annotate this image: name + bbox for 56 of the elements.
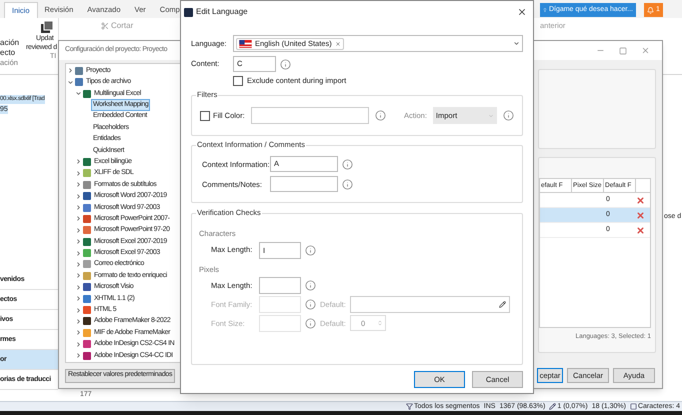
- status-icon: [549, 403, 556, 410]
- ribbon-label[interactable]: ación: [0, 38, 20, 48]
- expand-icon[interactable]: [75, 192, 82, 200]
- expand-icon[interactable]: [75, 306, 82, 314]
- lightbulb-icon: [543, 6, 547, 14]
- expand-icon[interactable]: [75, 204, 82, 211]
- text-field[interactable]: [270, 176, 338, 192]
- flag-icon: [239, 40, 252, 48]
- pencil-icon[interactable]: [499, 300, 506, 308]
- status-icon: [630, 403, 637, 410]
- expand-icon[interactable]: [75, 250, 82, 257]
- app-icon: [184, 8, 193, 16]
- scissors-icon: [101, 22, 109, 30]
- expand-icon[interactable]: [75, 272, 82, 280]
- expand-icon[interactable]: [75, 284, 82, 291]
- checkbox[interactable]: [233, 76, 243, 86]
- collapse-icon[interactable]: [75, 90, 82, 98]
- info-icon: [305, 318, 316, 329]
- expand-icon[interactable]: [75, 340, 82, 348]
- status-icon: [406, 403, 413, 410]
- info-icon: [280, 58, 291, 70]
- info-icon: [374, 110, 386, 122]
- close-icon[interactable]: [517, 7, 527, 17]
- expand-icon[interactable]: [75, 170, 82, 177]
- expand-icon[interactable]: [75, 329, 82, 336]
- collapse-icon[interactable]: [67, 78, 74, 86]
- expand-icon[interactable]: [75, 181, 82, 188]
- info-icon: [305, 244, 316, 256]
- text-field[interactable]: [259, 296, 301, 313]
- checkbox[interactable]: [200, 110, 210, 121]
- remove-icon[interactable]: [334, 40, 341, 46]
- expand-icon[interactable]: [75, 352, 82, 360]
- info-icon: [342, 158, 353, 170]
- delete-icon[interactable]: [636, 226, 645, 235]
- dropdown-icon[interactable]: [513, 40, 520, 47]
- expand-icon[interactable]: [67, 67, 74, 74]
- text-field[interactable]: [259, 276, 301, 294]
- expand-icon[interactable]: [75, 295, 82, 302]
- bell-icon: [647, 6, 654, 14]
- expand-icon[interactable]: [75, 238, 82, 246]
- expand-icon[interactable]: [75, 318, 82, 325]
- expand-icon[interactable]: [75, 226, 82, 234]
- expand-icon[interactable]: [75, 260, 82, 268]
- window-title: Edit Language: [196, 6, 248, 18]
- ribbon-label[interactable]: ecto: [0, 48, 16, 58]
- expand-icon[interactable]: [75, 215, 82, 222]
- text-field[interactable]: [259, 314, 301, 332]
- info-icon: [342, 178, 353, 190]
- info-icon: [305, 280, 316, 291]
- fill-color-field[interactable]: [250, 107, 369, 124]
- expand-icon[interactable]: [75, 158, 82, 166]
- delete-icon[interactable]: [636, 196, 645, 205]
- font-family-field[interactable]: [350, 296, 510, 313]
- info-icon: [503, 110, 514, 122]
- delete-icon[interactable]: [636, 210, 645, 220]
- info-icon: [305, 298, 316, 310]
